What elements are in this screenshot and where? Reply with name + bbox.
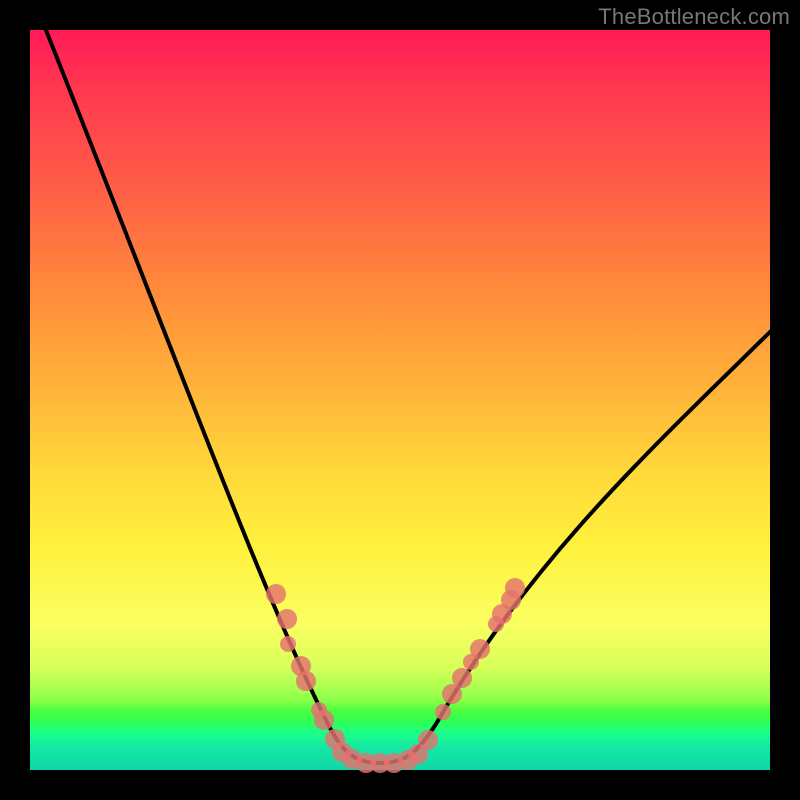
scatter-dot (452, 668, 472, 688)
scatter-dot (435, 704, 451, 720)
scatter-dot (277, 609, 297, 629)
scatter-dot (505, 578, 525, 598)
scatter-dots (266, 578, 525, 773)
scatter-dot (266, 584, 286, 604)
watermark-text: TheBottleneck.com (598, 4, 790, 30)
scatter-dot (418, 730, 438, 750)
curve-svg (30, 30, 770, 770)
outer-black-frame: TheBottleneck.com (0, 0, 800, 800)
scatter-dot (296, 671, 316, 691)
scatter-dot (470, 639, 490, 659)
scatter-dot (314, 710, 334, 730)
bottleneck-curve (30, 0, 772, 763)
gradient-plot-area (30, 30, 770, 770)
scatter-dot (280, 636, 296, 652)
